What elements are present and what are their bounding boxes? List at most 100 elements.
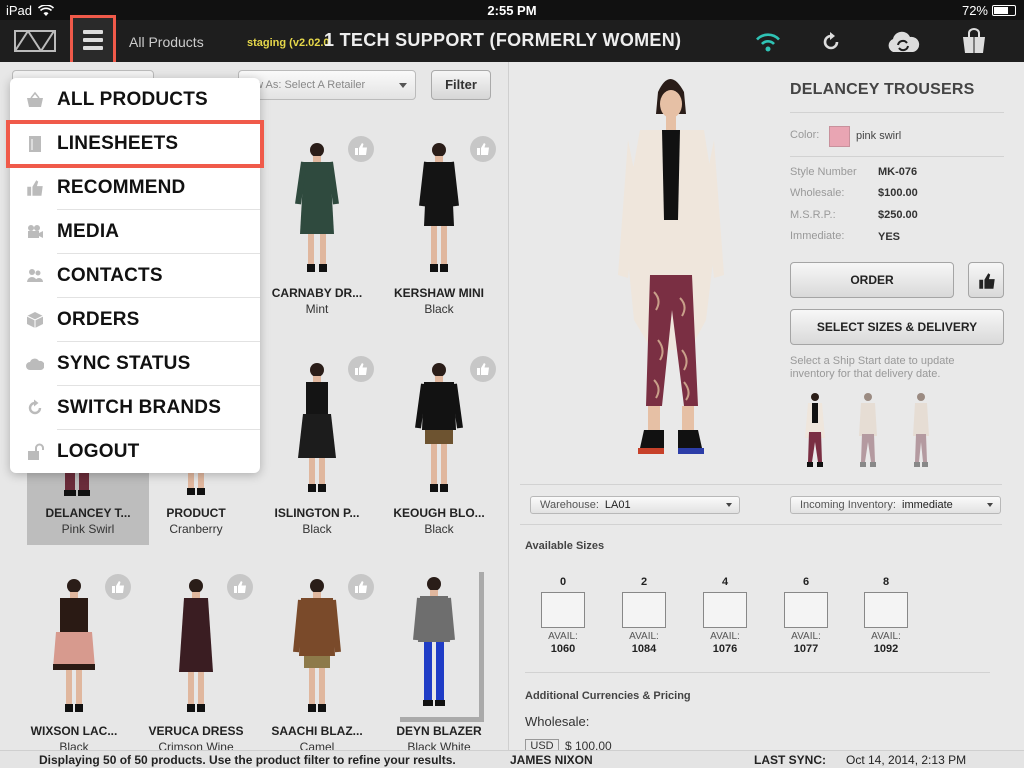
product-color: Cranberry (169, 522, 223, 536)
product-card[interactable]: SAACHI BLAZ... Camel (256, 572, 378, 762)
size-quantity-input[interactable] (864, 592, 908, 628)
shopping-bag-icon[interactable] (960, 28, 988, 54)
product-name: DEYN BLAZER (396, 724, 482, 738)
recommend-button[interactable] (968, 262, 1004, 298)
wholesale-label: Wholesale: (525, 714, 590, 729)
brand-logo-icon[interactable] (14, 30, 56, 52)
menu-item-orders[interactable]: ORDERS (10, 298, 260, 342)
like-button[interactable] (348, 574, 374, 600)
product-card[interactable]: ISLINGTON P... Black (256, 354, 378, 544)
thumbs-up-icon (112, 581, 124, 593)
size-column: 0 AVAIL: 1060 (540, 576, 586, 655)
brand-title: 1 TECH SUPPORT (FORMERLY WOMEN) (324, 30, 682, 50)
product-color: Black (302, 522, 332, 536)
chevron-down-icon (987, 503, 993, 507)
product-card[interactable]: WIXSON LAC... Black (13, 572, 135, 762)
bottom-status-bar: Displaying 50 of 50 products. Use the pr… (0, 750, 1024, 768)
product-color: Black (424, 522, 454, 536)
thumbs-up-icon (477, 143, 489, 155)
like-button[interactable] (470, 356, 496, 382)
size-column: 4 AVAIL: 1076 (702, 576, 748, 655)
last-sync-value: Oct 14, 2014, 2:13 PM (846, 753, 967, 767)
menu-item-logout[interactable]: LOGOUT (10, 430, 260, 474)
video-camera-icon (28, 225, 43, 238)
select-sizes-delivery-button[interactable]: SELECT SIZES & DELIVERY (790, 309, 1004, 345)
thumbs-up-icon (979, 273, 995, 289)
people-icon (27, 269, 43, 282)
retailer-select[interactable]: ew As: Select A Retailer (238, 70, 416, 100)
refresh-icon (28, 399, 42, 415)
product-thumbnail[interactable] (906, 390, 936, 472)
ship-start-hint: Select a Ship Start date to update inven… (790, 355, 955, 380)
product-title: DELANCEY TROUSERS (790, 81, 975, 98)
product-name: VERUCA DRESS (148, 724, 244, 738)
product-thumbnail[interactable] (853, 390, 883, 472)
product-name: PRODUCT (166, 506, 226, 520)
product-detail-panel: DELANCEY TROUSERS Color: pink swirl Styl… (510, 62, 1024, 755)
order-button[interactable]: ORDER (790, 262, 954, 298)
like-button[interactable] (348, 356, 374, 382)
thumbs-up-icon (477, 363, 489, 375)
product-name: KERSHAW MINI (394, 286, 484, 300)
filter-button[interactable]: Filter (431, 70, 491, 100)
chevron-down-icon (399, 83, 407, 88)
menu-button[interactable] (70, 15, 116, 69)
product-name: ISLINGTON P... (274, 506, 360, 520)
product-count-text: Displaying 50 of 50 products. Use the pr… (39, 753, 456, 767)
menu-item-contacts[interactable]: CONTACTS (10, 254, 260, 298)
spec-label: M.S.R.P.: (790, 209, 836, 221)
product-card[interactable]: VERUCA DRESS Crimson Wine (135, 572, 257, 762)
product-card[interactable]: DEYN BLAZER Black White (378, 572, 500, 762)
color-label: Color: (790, 129, 820, 141)
size-column: 2 AVAIL: 1084 (621, 576, 667, 655)
color-name: pink swirl (856, 130, 902, 142)
size-column: 8 AVAIL: 1092 (863, 576, 909, 655)
main-menu: ALL PRODUCTS LINESHEETS RECOMMEND MEDIA … (6, 78, 264, 474)
breadcrumb[interactable]: All Products (129, 34, 204, 50)
menu-item-all-products[interactable]: ALL PRODUCTS (10, 78, 260, 122)
last-sync-label: LAST SYNC: (754, 753, 826, 767)
like-button[interactable] (470, 136, 496, 162)
clock: 2:55 PM (487, 3, 537, 18)
thumbs-up-icon (234, 581, 246, 593)
like-button[interactable] (227, 574, 253, 600)
menu-item-linesheets[interactable]: LINESHEETS (6, 120, 264, 168)
product-card[interactable]: CARNABY DR... Mint (256, 134, 378, 324)
menu-item-sync-status[interactable]: SYNC STATUS (10, 342, 260, 386)
currencies-title: Additional Currencies & Pricing (525, 690, 691, 702)
incoming-inventory-select[interactable]: Incoming Inventory: immediate (790, 496, 1001, 514)
like-button[interactable] (105, 574, 131, 600)
spec-value: $250.00 (878, 209, 918, 221)
product-color: Black (424, 302, 454, 316)
product-color: Pink Swirl (61, 522, 115, 536)
wifi-icon[interactable] (754, 32, 782, 52)
thumbs-up-icon (27, 180, 43, 196)
refresh-icon[interactable] (820, 31, 842, 53)
size-quantity-input[interactable] (703, 592, 747, 628)
cloud-sync-icon[interactable] (885, 30, 921, 54)
staging-version: staging (v2.02.0. (247, 37, 333, 49)
menu-item-media[interactable]: MEDIA (10, 210, 260, 254)
like-button[interactable] (348, 136, 374, 162)
chevron-down-icon (726, 503, 732, 507)
size-quantity-input[interactable] (622, 592, 666, 628)
color-swatch[interactable] (829, 126, 850, 147)
unlock-icon (28, 443, 44, 460)
warehouse-select[interactable]: Warehouse: LA01 (530, 496, 740, 514)
menu-item-switch-brands[interactable]: SWITCH BRANDS (10, 386, 260, 430)
available-sizes-title: Available Sizes (525, 540, 605, 552)
size-column: 6 AVAIL: 1077 (783, 576, 829, 655)
spec-label: Style Number (790, 166, 857, 178)
spec-label: Immediate: (790, 230, 845, 242)
product-name: SAACHI BLAZ... (271, 724, 363, 738)
notebook-icon (29, 136, 41, 152)
size-quantity-input[interactable] (784, 592, 828, 628)
cloud-sync-icon (26, 358, 44, 370)
product-card[interactable]: KERSHAW MINI Black (378, 134, 500, 324)
product-main-image[interactable] (570, 70, 770, 480)
product-card[interactable]: KEOUGH BLO... Black (378, 354, 500, 544)
battery-percent: 72% (961, 3, 988, 18)
product-thumbnail[interactable] (800, 390, 830, 472)
size-quantity-input[interactable] (541, 592, 585, 628)
menu-item-recommend[interactable]: RECOMMEND (10, 166, 260, 210)
